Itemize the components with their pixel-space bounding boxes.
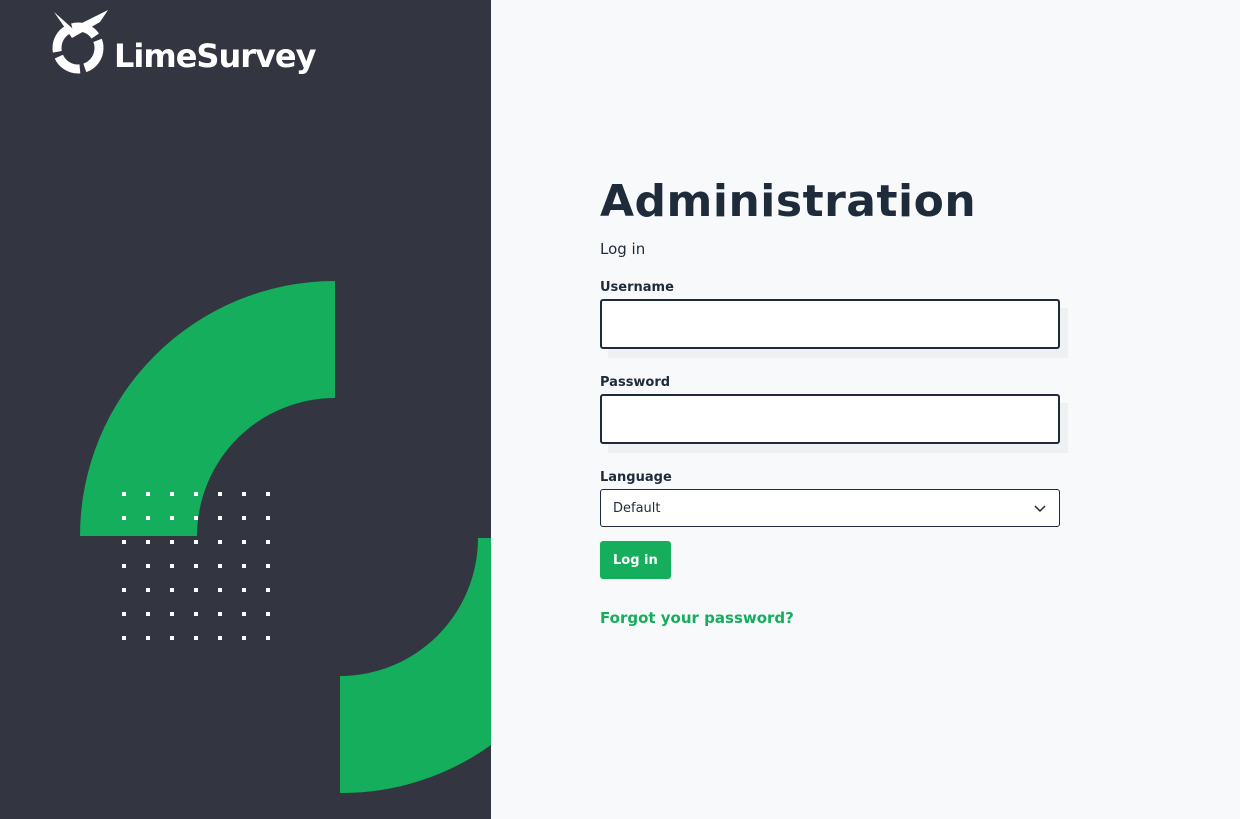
- decorative-dot: [266, 540, 270, 544]
- decorative-dot: [242, 540, 246, 544]
- decorative-dot: [194, 612, 198, 616]
- decorative-graphic: [80, 281, 491, 794]
- decorative-dot: [170, 516, 174, 520]
- decorative-dot: [122, 588, 126, 592]
- language-selected-value: Default: [613, 500, 661, 516]
- decorative-dot: [218, 540, 222, 544]
- decorative-dot: [242, 516, 246, 520]
- decorative-dot: [122, 612, 126, 616]
- page-subtitle: Log in: [600, 240, 646, 259]
- language-field-group: Language Default: [600, 470, 1060, 528]
- forgot-password-link[interactable]: Forgot your password?: [600, 609, 1060, 627]
- decorative-dot: [170, 636, 174, 640]
- decorative-dot: [122, 516, 126, 520]
- decorative-dot: [194, 636, 198, 640]
- decorative-dot: [242, 492, 246, 496]
- decorative-dot: [122, 540, 126, 544]
- decorative-dot: [146, 540, 150, 544]
- decorative-dot: [194, 588, 198, 592]
- decorative-dot: [194, 564, 198, 568]
- decorative-dot: [122, 636, 126, 640]
- decorative-dot: [218, 516, 222, 520]
- username-label: Username: [600, 280, 674, 296]
- login-form: Administration Log in Username Password …: [600, 176, 1068, 627]
- decorative-dot: [146, 612, 150, 616]
- decorative-dot: [170, 612, 174, 616]
- password-label: Password: [600, 375, 671, 391]
- username-input[interactable]: [600, 299, 1060, 350]
- password-input[interactable]: [600, 394, 1060, 445]
- decorative-dot: [146, 516, 150, 520]
- decorative-dot: [266, 564, 270, 568]
- page-title: Administration: [600, 176, 977, 227]
- decorative-dot: [146, 636, 150, 640]
- language-select[interactable]: Default: [600, 489, 1060, 528]
- brand-panel: LimeSurvey: [0, 0, 491, 819]
- decorative-dot: [146, 492, 150, 496]
- decorative-dot: [266, 516, 270, 520]
- decorative-dot: [266, 588, 270, 592]
- decorative-dot: [218, 636, 222, 640]
- decorative-dot: [122, 564, 126, 568]
- decorative-dot: [242, 588, 246, 592]
- decorative-dot: [218, 492, 222, 496]
- username-field-group: Username: [600, 280, 1068, 359]
- chevron-down-icon: [1034, 505, 1046, 513]
- decorative-dot: [194, 492, 198, 496]
- decorative-dot: [218, 564, 222, 568]
- decorative-arc-upper: [80, 281, 335, 536]
- decorative-dot: [170, 492, 174, 496]
- decorative-dot: [170, 588, 174, 592]
- decorative-dot: [146, 588, 150, 592]
- decorative-dot: [194, 516, 198, 520]
- decorative-dot: [266, 612, 270, 616]
- decorative-dot: [122, 492, 126, 496]
- login-panel: Administration Log in Username Password …: [491, 0, 1240, 819]
- decorative-dot: [266, 636, 270, 640]
- login-button[interactable]: Log in: [600, 541, 671, 580]
- password-field-group: Password: [600, 375, 1068, 454]
- decorative-dot: [218, 612, 222, 616]
- decorative-dot: [242, 564, 246, 568]
- decorative-arc-lower: [340, 538, 491, 794]
- decorative-dot: [218, 588, 222, 592]
- decorative-dot: [242, 636, 246, 640]
- decorative-dot: [170, 564, 174, 568]
- decorative-dot: [194, 540, 198, 544]
- decorative-dot: [266, 492, 270, 496]
- language-label: Language: [600, 470, 672, 486]
- decorative-dot: [242, 612, 246, 616]
- decorative-dot: [146, 564, 150, 568]
- decorative-dot: [170, 540, 174, 544]
